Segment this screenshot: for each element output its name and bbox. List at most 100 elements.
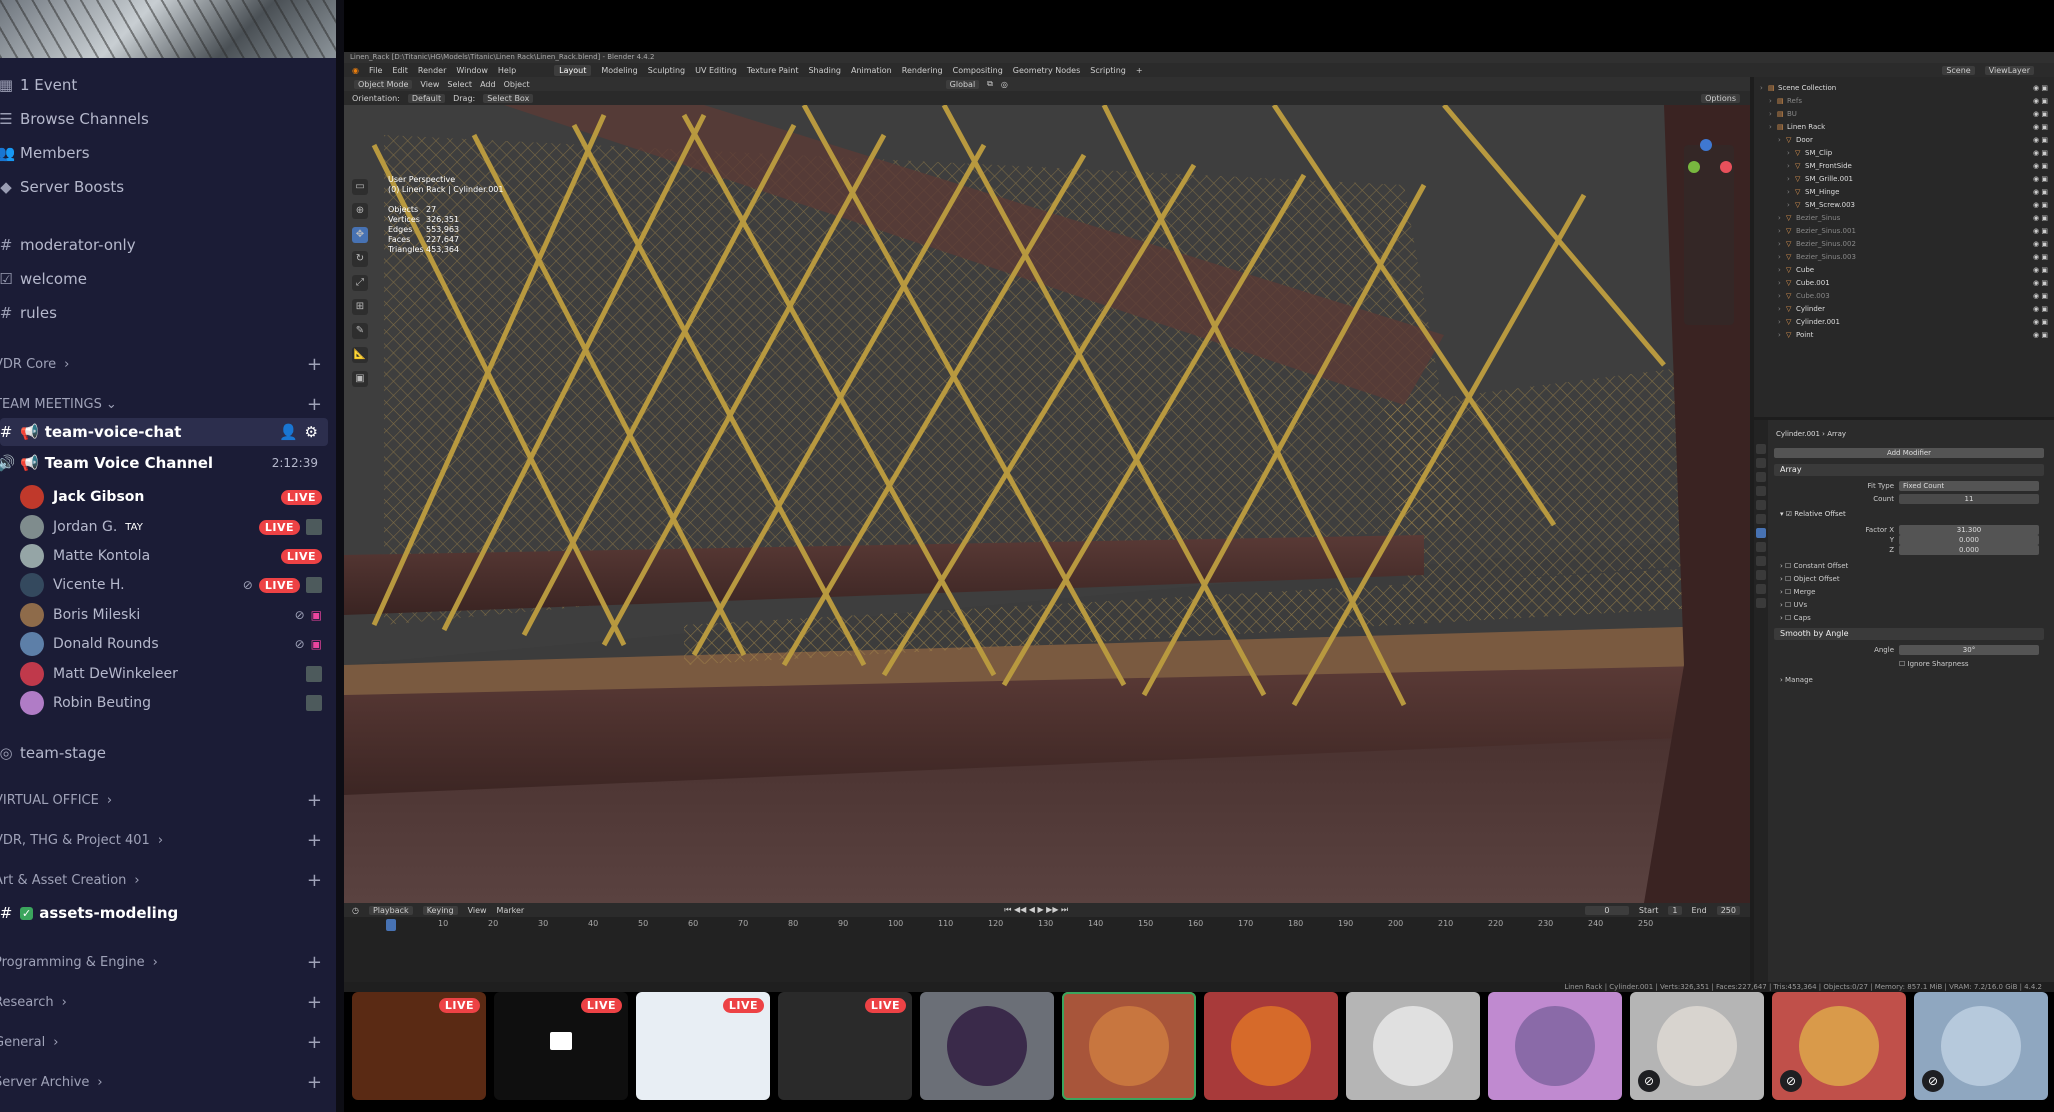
3d-viewport[interactable]: ▭ ⊕ ✥ ↻ ⤢ ⊞ ✎ 📐 ▣ User Perspective (0) L… <box>344 105 1750 903</box>
outliner-item[interactable]: › ▽ Cylinder.001 ◉ ▣ <box>1754 315 2054 328</box>
category-vdr-core[interactable]: VDR Core › + <box>0 354 336 375</box>
add-cube-icon[interactable]: ▣ <box>352 371 368 387</box>
transform-orientation-dropdown[interactable]: Global <box>945 79 980 89</box>
rotate-icon[interactable]: ↻ <box>352 251 368 267</box>
ignore-sharpness-checkbox[interactable]: ☐ Ignore Sharpness <box>1899 660 1969 668</box>
outliner-item[interactable]: › ▤ Linen Rack ◉ ▣ <box>1754 120 2054 133</box>
visibility-icon[interactable]: ◉ ▣ <box>2033 162 2048 170</box>
voice-user[interactable]: Vicente H. ⊘ LIVE <box>20 570 322 600</box>
workspace-tab-modeling[interactable]: Modeling <box>601 66 637 75</box>
outliner-item[interactable]: › ▤ Scene Collection ◉ ▣ <box>1754 81 2054 94</box>
expand-icon[interactable]: › <box>1769 123 1777 131</box>
view-layer-selector[interactable]: ViewLayer <box>1984 65 2034 75</box>
fit-type-dropdown[interactable]: Fixed Count <box>1899 481 2039 491</box>
expand-icon[interactable]: › <box>1787 162 1795 170</box>
factor-x-field[interactable]: 31.300 <box>1899 525 2039 535</box>
outliner-item[interactable]: › ▽ Door ◉ ▣ <box>1754 133 2054 146</box>
outliner-item[interactable]: › ▽ Bezier_Sinus ◉ ▣ <box>1754 211 2054 224</box>
members-link[interactable]: 👥 Members <box>0 144 90 162</box>
select-box-icon[interactable]: ▭ <box>352 179 368 195</box>
expand-icon[interactable]: › <box>1778 227 1786 235</box>
playhead[interactable] <box>386 919 396 931</box>
plus-icon[interactable]: + <box>307 354 322 375</box>
voice-user[interactable]: Jack Gibson LIVE <box>20 482 322 512</box>
scene-tab-icon[interactable] <box>1756 486 1766 496</box>
expand-icon[interactable]: › <box>1787 201 1795 209</box>
plus-icon[interactable]: + <box>307 870 322 891</box>
menu-help[interactable]: Help <box>498 66 516 75</box>
cursor-icon[interactable]: ⊕ <box>352 203 368 219</box>
modifier-subpanel[interactable]: › ☐ Constant Offset <box>1780 562 1848 575</box>
modifier-tab-icon[interactable] <box>1756 528 1766 538</box>
outliner-item[interactable]: › ▽ Point ◉ ▣ <box>1754 328 2054 341</box>
visibility-icon[interactable]: ◉ ▣ <box>2033 227 2048 235</box>
plus-icon[interactable]: + <box>307 992 322 1013</box>
category-vdr-thg[interactable]: VDR, THG & Project 401 › + <box>0 830 336 851</box>
mode-dropdown[interactable]: Object Mode <box>354 79 413 89</box>
menu-select[interactable]: Select <box>447 80 472 89</box>
menu-object[interactable]: Object <box>504 80 530 89</box>
modifier-subpanel[interactable]: › ☐ Caps <box>1780 614 1848 627</box>
channel-team-stage[interactable]: ◎ team-stage <box>0 744 106 762</box>
expand-icon[interactable]: › <box>1787 188 1795 196</box>
expand-icon[interactable]: › <box>1769 97 1777 105</box>
plus-icon[interactable]: + <box>307 952 322 973</box>
plus-icon[interactable]: + <box>307 1072 322 1093</box>
menu-playback[interactable]: Playback <box>368 905 413 915</box>
workspace-tab-rendering[interactable]: Rendering <box>902 66 943 75</box>
menu-timeline-view[interactable]: View <box>468 906 487 915</box>
expand-icon[interactable]: › <box>1778 305 1786 313</box>
transform-icon[interactable]: ⊞ <box>352 299 368 315</box>
start-frame-field[interactable]: 1 <box>1668 905 1682 915</box>
plus-icon[interactable]: + <box>307 394 322 415</box>
workspace-tab-sculpting[interactable]: Sculpting <box>648 66 685 75</box>
add-member-icon[interactable]: 👤 <box>279 423 298 441</box>
visibility-icon[interactable]: ◉ ▣ <box>2033 201 2048 209</box>
participant-tile[interactable] <box>1204 992 1338 1100</box>
channel-moderator-only[interactable]: # moderator-only <box>0 236 136 254</box>
participant-tile[interactable]: ⊘ <box>1630 992 1764 1100</box>
voice-user[interactable]: Boris Mileski ⊘ ▣ <box>20 600 322 630</box>
expand-icon[interactable]: › <box>1778 331 1786 339</box>
outliner-item[interactable]: › ▽ Cylinder ◉ ▣ <box>1754 302 2054 315</box>
workspace-tab-geometry-nodes[interactable]: Geometry Nodes <box>1013 66 1080 75</box>
stream-tile[interactable]: LIVE <box>352 992 486 1100</box>
outliner-item[interactable]: › ▤ Refs ◉ ▣ <box>1754 94 2054 107</box>
tool-tab-icon[interactable] <box>1756 444 1766 454</box>
array-modifier-header[interactable]: Array <box>1774 464 2044 476</box>
visibility-icon[interactable]: ◉ ▣ <box>2033 318 2048 326</box>
menu-edit[interactable]: Edit <box>392 66 408 75</box>
manage-subpanel[interactable]: › Manage <box>1780 676 1813 684</box>
modifier-subpanel[interactable]: › ☐ Object Offset <box>1780 575 1848 588</box>
visibility-icon[interactable]: ◉ ▣ <box>2033 214 2048 222</box>
clock-icon[interactable]: ◷ <box>352 906 359 915</box>
visibility-icon[interactable]: ◉ ▣ <box>2033 175 2048 183</box>
category-general[interactable]: General›+ <box>0 1032 336 1053</box>
constraints-tab-icon[interactable] <box>1756 570 1766 580</box>
channel-assets-modeling[interactable]: # ✓ assets-modeling <box>0 904 178 922</box>
outliner-item[interactable]: › ▽ Cube ◉ ▣ <box>1754 263 2054 276</box>
angle-field[interactable]: 30° <box>1899 645 2039 655</box>
measure-icon[interactable]: 📐 <box>352 347 368 363</box>
expand-icon[interactable]: › <box>1778 266 1786 274</box>
menu-file[interactable]: File <box>369 66 382 75</box>
participant-tile[interactable] <box>1062 992 1196 1100</box>
scale-icon[interactable]: ⤢ <box>352 275 368 291</box>
expand-icon[interactable]: › <box>1787 175 1795 183</box>
visibility-icon[interactable]: ◉ ▣ <box>2033 123 2048 131</box>
expand-icon[interactable]: › <box>1778 240 1786 248</box>
plus-icon[interactable]: + <box>307 830 322 851</box>
menu-add[interactable]: Add <box>480 80 496 89</box>
outliner-item[interactable]: › ▽ SM_Screw.003 ◉ ▣ <box>1754 198 2054 211</box>
participant-tile[interactable] <box>920 992 1054 1100</box>
scene-selector[interactable]: Scene <box>1942 65 1975 75</box>
category-server-archive[interactable]: Server Archive › + <box>0 1072 336 1093</box>
expand-icon[interactable]: › <box>1769 110 1777 118</box>
channel-team-voice-chat[interactable]: # 📢 team-voice-chat 👤 ⚙ <box>0 418 328 446</box>
participant-tile[interactable] <box>1488 992 1622 1100</box>
physics-tab-icon[interactable] <box>1756 556 1766 566</box>
plus-icon[interactable]: + <box>307 1032 322 1053</box>
expand-icon[interactable]: › <box>1778 136 1786 144</box>
expand-icon[interactable]: › <box>1778 253 1786 261</box>
count-field[interactable]: 11 <box>1899 494 2039 504</box>
